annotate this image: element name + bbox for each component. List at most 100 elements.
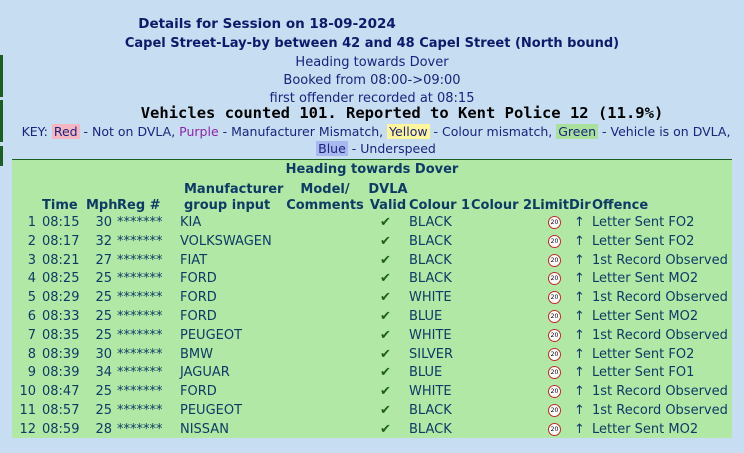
dvla-valid-check-icon: ✔ <box>380 421 391 437</box>
manufacturer-cell: VOLKSWAGEN <box>180 233 272 249</box>
col-header-reg: Reg # <box>117 198 161 213</box>
direction-arrow-icon: ↑ <box>574 346 585 362</box>
time-cell: 08:15 <box>42 215 80 230</box>
manufacturer-cell: FIAT <box>180 252 208 268</box>
colour1-cell: WHITE <box>409 327 452 343</box>
dvla-valid-check-icon: ✔ <box>380 233 391 249</box>
row-number: 11 <box>19 403 36 418</box>
col-header-time: Time <box>42 198 78 213</box>
vehicles-counted-summary: Vehicles counted 101. Reported to Kent P… <box>140 104 664 122</box>
reg-cell: ******* <box>117 233 163 249</box>
key-blue-desc: - Underspeed <box>347 141 436 156</box>
dvla-valid-check-icon: ✔ <box>380 346 391 362</box>
time-cell: 08:39 <box>42 346 80 362</box>
speed-limit-icon: 20 <box>548 363 564 382</box>
dvla-valid-check-icon: ✔ <box>380 365 391 381</box>
manufacturer-cell: FORD <box>180 271 217 287</box>
time-cell: 08:47 <box>42 384 80 400</box>
left-edge-marker <box>0 146 3 166</box>
row-number: 3 <box>27 252 36 268</box>
offences-panel: Heading towards Dover Time Mph Reg # Man… <box>12 159 732 438</box>
key-yellow-desc: - Colour mismatch, <box>429 124 557 139</box>
key-purple-label: Purple <box>179 124 219 139</box>
col-header-dvla-line2: Valid <box>369 198 407 213</box>
direction-arrow-icon: ↑ <box>574 403 585 418</box>
speed-limit-icon: 20 <box>548 269 564 288</box>
panel-title: Heading towards Dover <box>285 162 459 177</box>
table-row: 4 08:25 25 ******* FORD ✔ BLACK 20 ↑ Letter Sent … <box>12 269 732 288</box>
key-prefix: KEY: <box>21 124 52 139</box>
col-header-manufacturer-line2: group input <box>184 198 271 213</box>
speed-limit-icon: 20 <box>548 213 564 232</box>
colour1-cell: BLUE <box>409 309 443 324</box>
speed-limit-icon: 20 <box>548 326 564 345</box>
row-number: 5 <box>27 290 36 306</box>
colour1-cell: BLACK <box>409 252 452 268</box>
key-green-label: Green <box>556 124 599 139</box>
direction-arrow-icon: ↑ <box>574 421 585 437</box>
mph-cell: 25 <box>95 403 112 418</box>
time-cell: 08:33 <box>42 309 80 324</box>
mph-cell: 32 <box>95 233 112 249</box>
speed-limit-20-icon: 20 <box>548 253 561 267</box>
row-number: 9 <box>27 365 36 381</box>
session-location: Capel Street-Lay-by between 42 and 48 Ca… <box>124 36 620 51</box>
direction-arrow-icon: ↑ <box>574 384 585 400</box>
offence-cell: 1st Record Observed <box>592 252 728 268</box>
dvla-valid-check-icon: ✔ <box>380 271 391 287</box>
reg-cell: ******* <box>117 290 163 306</box>
offence-cell: 1st Record Observed <box>592 327 728 343</box>
manufacturer-cell: PEUGEOT <box>180 327 243 343</box>
direction-arrow-icon: ↑ <box>574 327 585 343</box>
col-header-dvla-line1: DVLA <box>368 182 408 197</box>
speed-limit-20-icon: 20 <box>548 404 561 417</box>
col-header-model-line2: Comments <box>286 198 364 213</box>
table-row: 8 08:39 30 ******* BMW ✔ SILVER 20 ↑ Letter Sent … <box>12 345 732 364</box>
reg-cell: ******* <box>117 309 163 324</box>
time-cell: 08:39 <box>42 365 80 381</box>
mph-cell: 27 <box>95 252 112 268</box>
speed-limit-icon: 20 <box>548 288 564 307</box>
speed-limit-icon: 20 <box>548 251 564 270</box>
reg-cell: ******* <box>117 365 163 381</box>
time-cell: 08:21 <box>42 252 80 268</box>
colour1-cell: BLACK <box>409 215 452 230</box>
reg-cell: ******* <box>117 346 163 362</box>
session-title: Details for Session on 18-09-2024 <box>138 16 396 32</box>
mph-cell: 25 <box>95 327 112 343</box>
time-cell: 08:25 <box>42 271 80 287</box>
manufacturer-cell: FORD <box>180 290 217 306</box>
colour1-cell: BLACK <box>409 271 452 287</box>
reg-cell: ******* <box>117 271 163 287</box>
manufacturer-cell: PEUGEOT <box>180 403 243 418</box>
mph-cell: 28 <box>95 421 112 437</box>
key-yellow-label: Yellow <box>387 124 430 139</box>
col-header-offence: Offence <box>592 198 649 213</box>
col-header-model-line1: Model/ <box>300 182 350 197</box>
col-header-manufacturer-line1: Manufacturer <box>184 182 284 197</box>
table-row: 10 08:47 25 ******* FORD ✔ WHITE 20 ↑ 1st Record … <box>12 382 732 401</box>
colour1-cell: BLACK <box>409 403 452 418</box>
table-row: 9 08:39 34 ******* JAGUAR ✔ BLUE 20 ↑ Letter Sent… <box>12 363 732 382</box>
speed-limit-20-icon: 20 <box>548 422 561 436</box>
manufacturer-cell: NISSAN <box>180 421 229 437</box>
speed-limit-icon: 20 <box>548 401 564 420</box>
colour1-cell: SILVER <box>409 346 454 362</box>
row-number: 4 <box>27 271 36 287</box>
col-header-model: Model/ Comments <box>286 182 364 214</box>
offence-cell: 1st Record Observed <box>592 403 728 418</box>
offence-cell: Letter Sent MO2 <box>592 309 699 324</box>
speed-limit-icon: 20 <box>548 307 564 326</box>
colour1-cell: WHITE <box>409 384 452 400</box>
time-cell: 08:29 <box>42 290 80 306</box>
speed-limit-20-icon: 20 <box>548 310 561 323</box>
row-number: 7 <box>27 327 36 343</box>
offence-cell: Letter Sent FO2 <box>592 215 695 230</box>
direction-arrow-icon: ↑ <box>574 290 585 306</box>
mph-cell: 25 <box>95 271 112 287</box>
row-number: 12 <box>19 421 36 437</box>
manufacturer-cell: FORD <box>180 384 217 400</box>
dvla-valid-check-icon: ✔ <box>380 290 391 306</box>
col-header-colour1: Colour 1 <box>409 198 471 213</box>
speed-limit-20-icon: 20 <box>548 216 561 229</box>
